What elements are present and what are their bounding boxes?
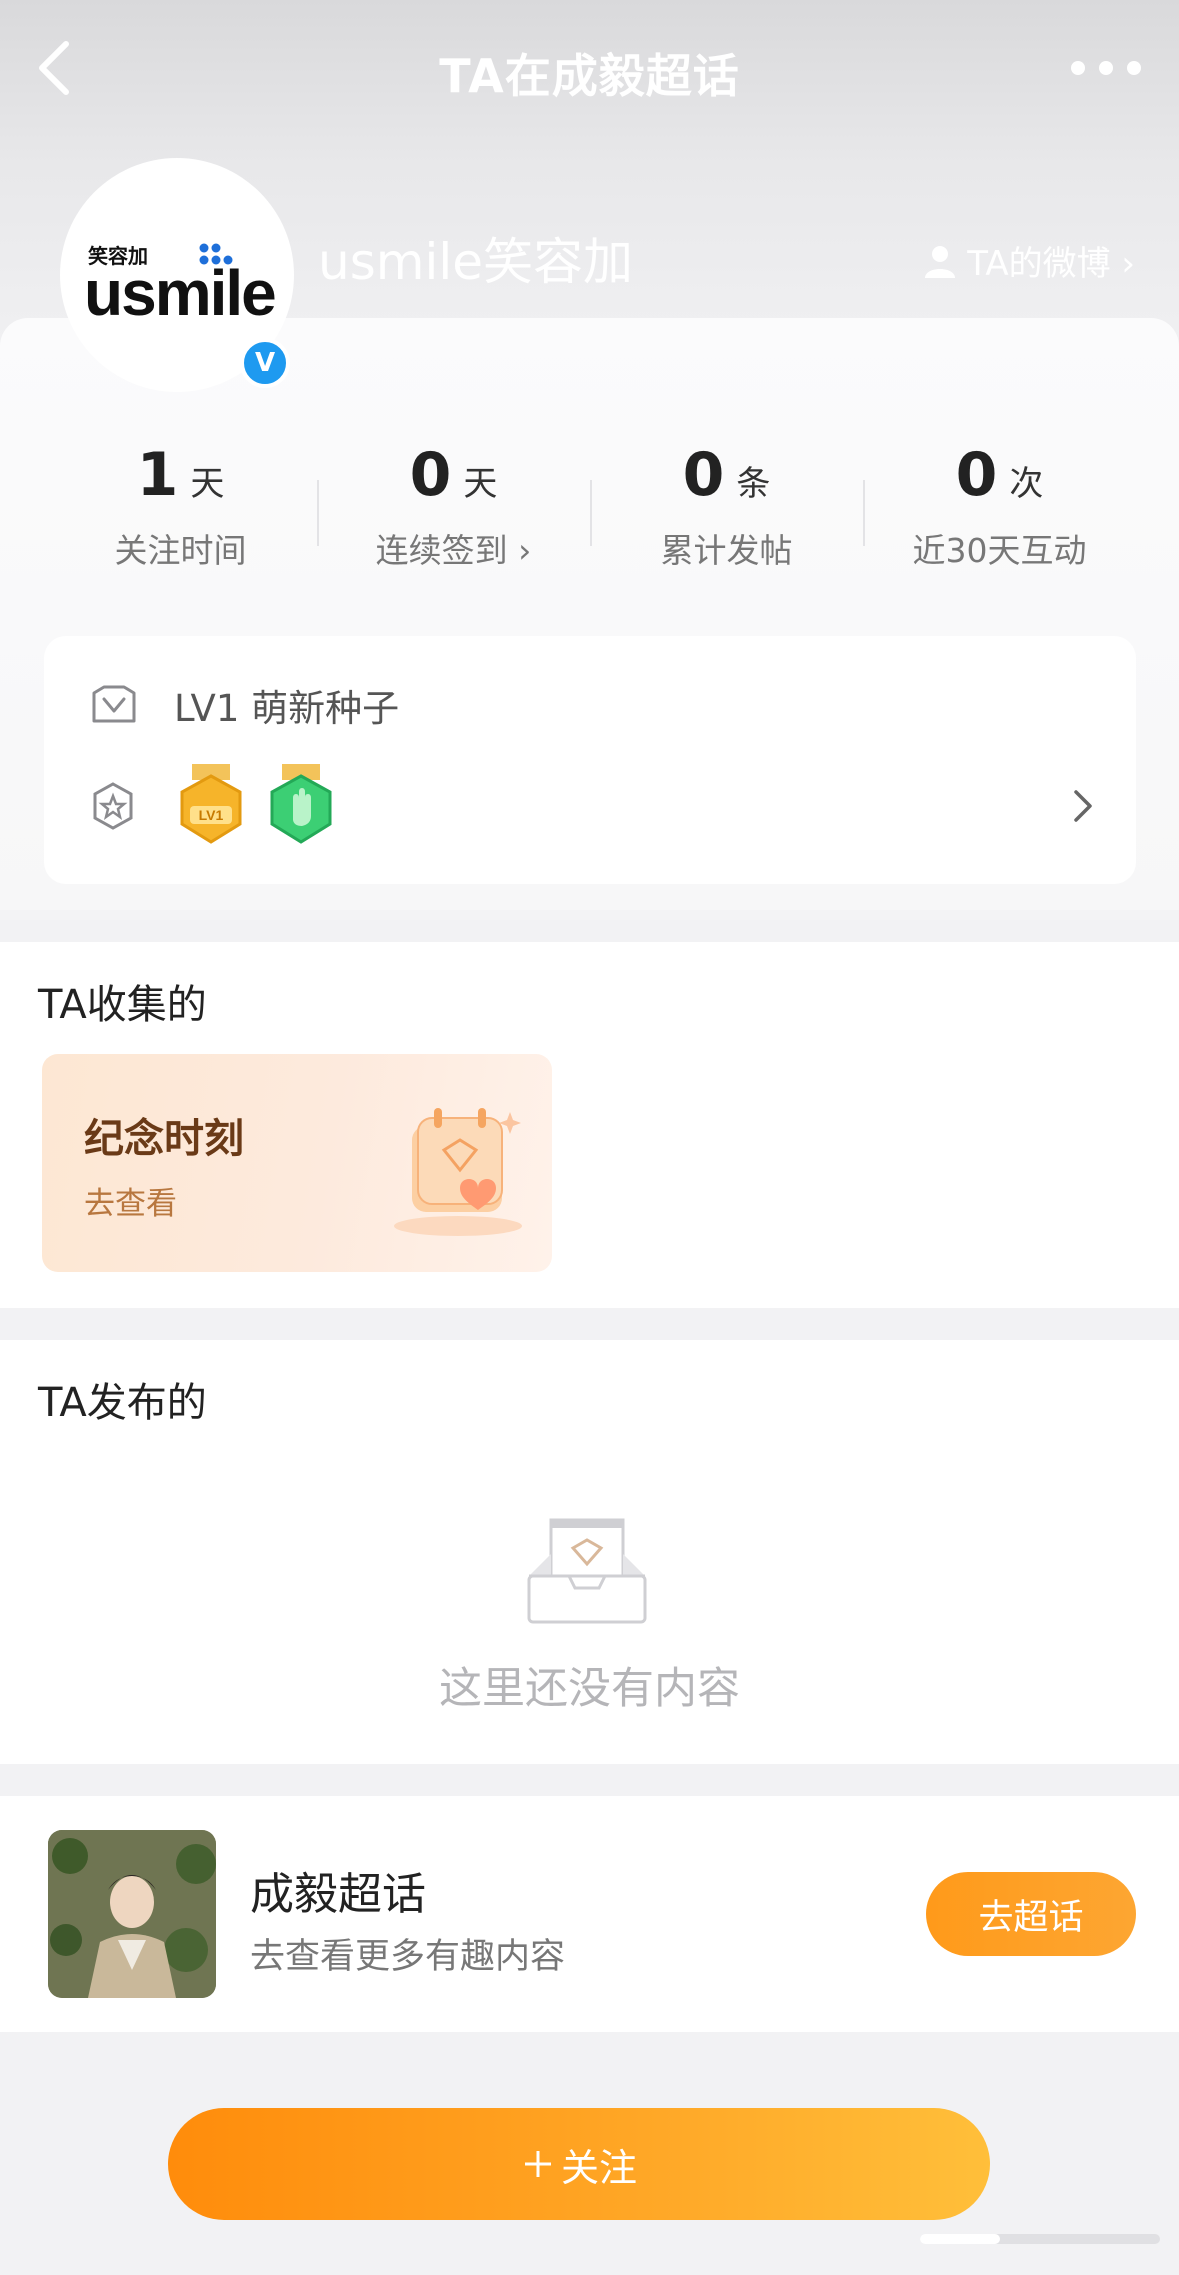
- empty-state-text: 这里还没有内容: [439, 1664, 740, 1714]
- medal-icon: [93, 782, 133, 830]
- card-subtitle: 去查看: [84, 1186, 177, 1222]
- stat-follow-days: 1天 关注时间: [44, 400, 317, 600]
- stat-label: 累计发帖: [660, 531, 793, 570]
- memorial-moments-card[interactable]: 纪念时刻 去查看: [42, 1054, 552, 1272]
- stat-label: 近30天互动: [912, 531, 1087, 570]
- page-title: TA在成毅超话: [439, 49, 740, 103]
- scrollbar-indicator: [920, 2234, 1160, 2244]
- topic-name[interactable]: 成毅超话: [250, 1858, 426, 1922]
- stat-checkin-days[interactable]: 0天 连续签到 ›: [317, 400, 590, 600]
- stat-value: 0: [682, 440, 725, 510]
- empty-box-icon: [527, 1518, 647, 1624]
- follow-button[interactable]: 关注: [168, 2108, 990, 2220]
- stat-value: 1: [136, 440, 179, 510]
- calendar-heart-icon: [394, 1108, 522, 1236]
- stat-unit: 天: [190, 464, 225, 504]
- stat-interactions: 0次 近30天互动: [863, 400, 1136, 600]
- more-dots-icon: [1071, 61, 1085, 75]
- go-topic-button[interactable]: 去超话: [926, 1872, 1136, 1956]
- stat-label: 关注时间: [114, 531, 247, 570]
- lv1-medal-icon: LV1: [180, 764, 242, 844]
- section-title: TA收集的: [38, 982, 207, 1028]
- card-title: 纪念时刻: [84, 1116, 244, 1162]
- stat-unit: 条: [736, 464, 771, 504]
- topic-avatar-image: [48, 1830, 216, 1998]
- weibo-link[interactable]: TA的微博 ›: [921, 236, 1135, 285]
- stat-unit: 次: [1009, 464, 1044, 504]
- level-card[interactable]: LV1 萌新种子 LV1: [44, 636, 1136, 884]
- plus-icon: [524, 2151, 551, 2177]
- topic-subtitle: 去查看更多有趣内容: [250, 1937, 566, 1977]
- person-icon: [925, 245, 956, 278]
- medal-lv-text: LV1: [199, 807, 224, 823]
- logo-dots-icon: [199, 243, 233, 265]
- more-button[interactable]: [1071, 56, 1141, 80]
- verified-badge: V: [240, 338, 290, 388]
- user-name[interactable]: usmile笑容加: [318, 222, 633, 294]
- crown-icon: [92, 685, 136, 723]
- stat-posts: 0条 累计发帖: [590, 400, 863, 600]
- topic-avatar[interactable]: [48, 1830, 216, 1998]
- logo-text: usmile: [84, 257, 277, 329]
- stat-label: 连续签到 ›: [375, 531, 532, 570]
- follow-button-label: 关注: [560, 2145, 637, 2190]
- nav-bar: TA在成毅超话: [0, 0, 1179, 140]
- section-title: TA发布的: [38, 1380, 207, 1426]
- stat-value: 0: [409, 440, 452, 510]
- weibo-link-label: TA的微博 ›: [967, 244, 1135, 284]
- level-label: LV1 萌新种子: [174, 687, 400, 730]
- stat-value: 0: [955, 440, 998, 510]
- chevron-right-icon: [1074, 790, 1092, 822]
- stat-unit: 天: [463, 464, 498, 504]
- stats-row: 1天 关注时间 0天 连续签到 › 0条 累计发帖 0次 近30天互动: [44, 400, 1136, 600]
- hand-medal-icon: [270, 764, 332, 844]
